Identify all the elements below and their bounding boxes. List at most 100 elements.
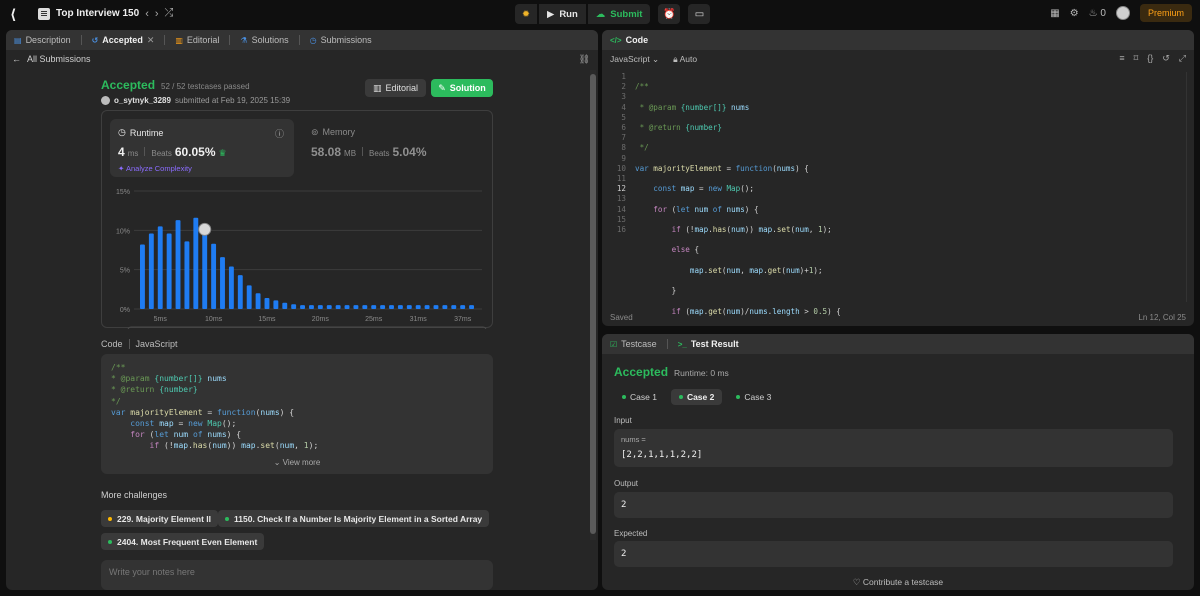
runtime-beats-value: 60.05% [174,145,216,159]
premium-button[interactable]: Premium [1139,4,1192,22]
runtime-value: 4 [118,145,125,159]
submitter-name[interactable]: o_sytnyk_3289 [114,96,171,105]
shuffle-icon[interactable]: ⤮ [165,7,174,20]
editor-scrollbar[interactable] [1186,72,1192,302]
chart-bar [460,305,466,309]
language-select[interactable]: JavaScript ⌄ [610,54,659,65]
clock-icon: ◷ [118,127,126,137]
tab-editorial[interactable]: ▥ Editorial [175,35,219,45]
fullscreen-icon[interactable]: ⤢ [1179,53,1186,64]
memory-beats-value: 5.04% [392,145,427,159]
share-link-icon[interactable]: ⛓ [579,54,590,65]
case-tab[interactable]: Case 1 [614,389,665,405]
case-label: Case 3 [744,392,772,402]
chart-bar [389,305,394,309]
chart-bar [211,243,217,309]
next-problem-icon[interactable]: › [155,8,159,20]
code-editor[interactable]: 1 2 3 4 5 6 7 8 9 10 11 12 13 14 15 16 /** * @param {nu… [602,72,1194,316]
editor-toolbar: JavaScript ⌄ 🔒︎ Auto [602,50,1194,68]
memory-value: 58.08 [311,145,342,159]
tab-description[interactable]: ▤ Description [14,35,71,45]
case-tab[interactable]: Case 2 [670,389,723,405]
all-submissions-link[interactable]: ← All Submissions [12,54,91,64]
settings-gear-icon[interactable]: ⚙ [1070,8,1079,19]
chart-bar [469,305,474,309]
runtime-card[interactable]: ◷ Runtime ⓘ 4 ms Beats 60.05% ♛ ✦ Analyze… [110,119,294,177]
chart-x-tick: 20ms [312,316,330,323]
format-icon[interactable]: ≡ [1119,53,1124,64]
solution-label: Solution [449,83,486,93]
streak-count: 0 [1100,7,1106,19]
tab-accepted[interactable]: ↺ Accepted ✕ [92,35,155,46]
difficulty-dot [108,516,112,521]
back-arrow-icon: ← [12,54,21,64]
user-position-marker [198,222,212,236]
challenge-chip[interactable]: 1150. Check If a Number Is Majority Elem… [218,510,490,527]
expected-box: 2 [614,541,1173,567]
view-more-button[interactable]: ⌄ View more [101,457,493,468]
code-panel-header: </> Code [602,30,1194,50]
scrollbar-thumb[interactable] [590,74,596,534]
user-controls: ▦ ⚙ ♨ 0 Premium [1050,4,1192,22]
runtime-beats-label: Beats [151,149,172,158]
challenge-chip[interactable]: 229. Majority Element II [101,510,219,527]
close-tab-icon[interactable]: ✕ [147,35,155,46]
chart-x-tick: 37ms [454,316,472,323]
view-more-label: View more [282,457,321,467]
memory-card[interactable]: ⊚ Memory 58.08 MB Beats 5.04% [305,119,485,177]
tab-label: Submissions [320,35,372,45]
info-icon[interactable]: ⓘ [275,127,284,140]
code-lines[interactable]: /** * @param {number[]} nums * @return {… [635,72,841,326]
chart-overview-slider[interactable] [127,326,487,329]
output-box: 2 [614,492,1173,518]
leetcode-logo-icon[interactable]: ⟨ [10,6,26,22]
bookmark-icon[interactable]: ⌑ [1134,53,1139,64]
submit-button[interactable]: ☁ Submit [587,4,651,24]
code-label: Code [101,339,123,349]
contribute-testcase-link[interactable]: ♡ Contribute a testcase [602,577,1194,588]
solution-button[interactable]: ✎ Solution [431,79,493,97]
prev-problem-icon[interactable]: ‹ [145,8,149,20]
difficulty-dot [108,539,112,544]
tab-code[interactable]: </> Code [610,35,648,45]
lock-icon: 🔒︎ [673,53,678,64]
case-tabs: Case 1 Case 2 Case 3 [614,389,779,405]
problem-list-nav[interactable]: Top Interview 150 ‹ › ⤮ [38,7,173,20]
tab-submissions[interactable]: ◷ Submissions [310,35,372,45]
timer-icon[interactable]: ⏰ [658,4,681,24]
submitted-code-preview: /** * @param {number[]} nums * @return {… [101,354,493,474]
runtime-distribution-chart[interactable]: 15%10%5%0%5ms5ms10ms10ms15ms15ms20ms20ms… [102,179,494,329]
tab-test-result[interactable]: >_ Test Result [678,339,739,349]
notes-input[interactable]: Write your notes here [101,560,493,590]
terminal-icon: >_ [677,339,687,349]
divider [666,339,668,349]
chart-bar [362,305,368,309]
run-button[interactable]: ▶ Run [539,4,586,24]
debug-icon[interactable]: ✹ [515,4,537,24]
user-avatar[interactable] [1115,6,1130,20]
save-status: Saved [610,313,633,322]
streak-fire-icon[interactable]: ♨ 0 [1089,8,1106,19]
memory-beats-label: Beats [369,149,390,158]
test-panel-header: ☑ Testcase >_ Test Result [602,334,1194,354]
code-language: JavaScript [135,339,178,349]
analyze-complexity-link[interactable]: ✦ Analyze Complexity [118,164,192,173]
chart-bar [175,220,181,309]
tab-solutions[interactable]: ⚗ Solutions [240,35,288,45]
divider [229,35,231,45]
cloud-upload-icon: ☁ [595,8,606,20]
case-tab[interactable]: Case 3 [728,389,779,405]
problem-list-title[interactable]: Top Interview 150 [56,8,139,19]
notes-icon[interactable]: ▭ [688,4,711,24]
flask-icon: ⚗ [240,35,248,45]
challenge-chip[interactable]: 2404. Most Frequent Even Element [101,533,265,550]
input-box: nums = [2,2,1,1,1,2,2] [614,429,1173,467]
layout-grid-icon[interactable]: ▦ [1050,8,1059,19]
chart-bar [433,305,439,309]
chart-bar [255,293,261,309]
braces-icon[interactable]: {} [1147,53,1153,64]
tab-testcase[interactable]: ☑ Testcase [610,339,657,349]
reset-icon[interactable]: ↺ [1162,53,1170,64]
auto-mode-toggle[interactable]: 🔒︎ Auto [673,54,697,65]
editorial-button[interactable]: ▥ Editorial [365,79,426,97]
